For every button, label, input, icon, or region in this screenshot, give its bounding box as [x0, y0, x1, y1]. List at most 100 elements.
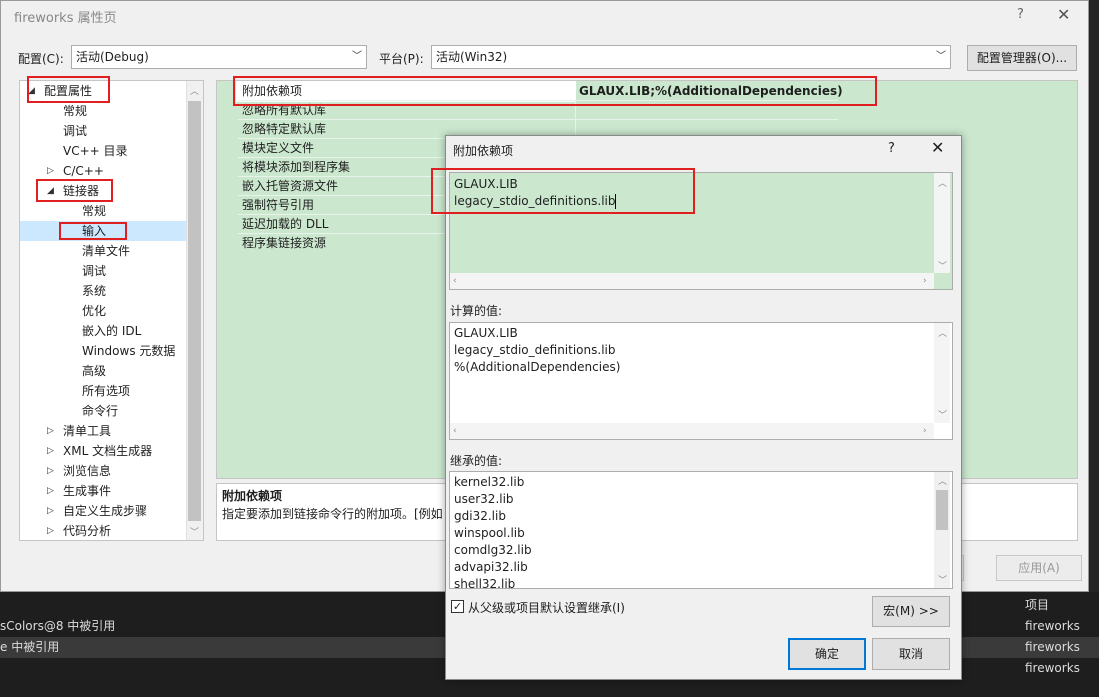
tree-item-label: XML 文档生成器	[63, 444, 153, 458]
tree-item[interactable]: 所有选项	[20, 381, 186, 401]
scroll-down-icon[interactable]: ﹀	[190, 525, 199, 538]
tree-item[interactable]: ▷ 自定义生成步骤	[20, 501, 186, 521]
collapsed-arrow-icon[interactable]: ▷	[47, 521, 54, 541]
computed-line: %(AdditionalDependencies)	[454, 360, 621, 374]
collapsed-arrow-icon[interactable]: ▷	[47, 501, 54, 521]
grid-row-name[interactable]: 强制符号引用	[242, 196, 314, 215]
collapsed-arrow-icon[interactable]: ▷	[47, 161, 54, 181]
tree-item-label: 优化	[82, 304, 107, 318]
dialog-help-button[interactable]: ?	[888, 141, 895, 156]
scroll-right-icon[interactable]: ›	[923, 276, 927, 286]
ok-button[interactable]: 确定	[788, 638, 866, 670]
results-row-project: fireworks	[1025, 619, 1080, 633]
scroll-up-icon[interactable]: ︿	[938, 474, 947, 487]
scroll-down-icon[interactable]: ﹀	[938, 573, 947, 586]
tree-item[interactable]: 命令行	[20, 401, 186, 421]
scroll-right-icon[interactable]: ›	[923, 426, 927, 436]
description-title: 附加依赖项	[222, 489, 283, 503]
tree-item[interactable]: 清单文件	[20, 241, 186, 261]
scroll-up-icon[interactable]: ︿	[190, 84, 199, 97]
dialog-close-button[interactable]: ✕	[931, 138, 944, 157]
config-manager-button[interactable]: 配置管理器(O)...	[967, 45, 1077, 71]
tree-scrollbar-thumb[interactable]	[188, 101, 201, 521]
grid-row-name[interactable]: 程序集链接资源	[242, 234, 326, 253]
tree-item[interactable]: 嵌入的 IDL	[20, 321, 186, 341]
inherit-checkbox[interactable]: ✓	[451, 600, 464, 613]
inherited-line: advapi32.lib	[454, 560, 528, 574]
tree-item[interactable]: 常规	[20, 101, 186, 121]
inherited-scrollbar-thumb[interactable]	[936, 490, 948, 530]
tree-item-label: 自定义生成步骤	[63, 504, 148, 518]
tree-item[interactable]: 调试	[20, 261, 186, 281]
tree-item-label: 常规	[63, 104, 88, 118]
results-project-header: 项目	[1025, 598, 1050, 612]
computed-line: GLAUX.LIB	[454, 326, 518, 340]
highlight-additional-dependencies	[233, 76, 877, 106]
tree-item-label: VC++ 目录	[63, 144, 128, 158]
help-button[interactable]: ?	[1017, 7, 1024, 22]
scroll-left-icon[interactable]: ‹	[453, 276, 457, 286]
highlight-edit-entries	[431, 168, 695, 214]
grid-row-name[interactable]: 将模块添加到程序集	[242, 158, 350, 177]
close-window-button[interactable]: ✕	[1057, 5, 1070, 24]
tree-item[interactable]: ▷ 生成事件	[20, 481, 186, 501]
collapsed-arrow-icon[interactable]: ▷	[47, 441, 54, 461]
collapsed-arrow-icon[interactable]: ▷	[47, 481, 54, 501]
tree-item[interactable]: VC++ 目录	[20, 141, 186, 161]
tree-item-label: Windows 元数据	[82, 344, 176, 358]
window-title: fireworks 属性页	[14, 11, 117, 26]
tree-item-label: 嵌入的 IDL	[82, 324, 142, 338]
inherited-line: user32.lib	[454, 492, 514, 506]
tree-item-label: 浏览信息	[63, 464, 112, 478]
checkmark-icon: ✓	[452, 600, 463, 613]
tree-item-label: 常规	[82, 204, 107, 218]
scroll-left-icon[interactable]: ‹	[453, 426, 457, 436]
macro-button[interactable]: 宏(M) >>	[872, 596, 950, 627]
tree-item-label: 高级	[82, 364, 107, 378]
tree-item[interactable]: ▷ 清单工具	[20, 421, 186, 441]
config-select[interactable]: 活动(Debug) ﹀	[71, 45, 367, 69]
tree-item[interactable]: ▷ XML 文档生成器	[20, 441, 186, 461]
grid-row-name[interactable]: 嵌入托管资源文件	[242, 177, 338, 196]
apply-button[interactable]: 应用(A)	[996, 555, 1082, 581]
chevron-down-icon: ﹀	[352, 51, 362, 62]
tree-item[interactable]: ▷ 浏览信息	[20, 461, 186, 481]
tree-item[interactable]: ▷ C/C++	[20, 161, 186, 181]
tree-item-label: 调试	[82, 264, 107, 278]
cancel-button[interactable]: 取消	[872, 638, 950, 670]
tree-item-label: 清单工具	[63, 424, 112, 438]
scroll-up-icon[interactable]: ︿	[938, 176, 947, 189]
grid-row-name[interactable]: 延迟加载的 DLL	[242, 215, 328, 234]
grid-row-name[interactable]: 忽略特定默认库	[242, 120, 326, 139]
scroll-down-icon[interactable]: ﹀	[938, 259, 947, 272]
inherit-checkbox-label[interactable]: 从父级或项目默认设置继承(I)	[468, 599, 625, 616]
tree-item[interactable]: ▷ 代码分析	[20, 521, 186, 541]
config-select-value: 活动(Debug)	[76, 50, 149, 64]
chevron-down-icon: ﹀	[936, 51, 946, 62]
inherited-line: comdlg32.lib	[454, 543, 532, 557]
tree-item[interactable]: 高级	[20, 361, 186, 381]
edit-horizontal-scrollbar[interactable]	[450, 273, 934, 289]
tree-item[interactable]: Windows 元数据	[20, 341, 186, 361]
highlight-linker	[36, 179, 113, 202]
tree-item[interactable]: 常规	[20, 201, 186, 221]
scroll-up-icon[interactable]: ︿	[938, 326, 947, 339]
collapsed-arrow-icon[interactable]: ▷	[47, 421, 54, 441]
computed-horizontal-scrollbar[interactable]	[450, 423, 934, 439]
platform-select[interactable]: 活动(Win32) ﹀	[431, 45, 951, 69]
results-row-text: e 中被引用	[0, 640, 60, 654]
grid-row-name[interactable]: 模块定义文件	[242, 139, 314, 158]
tree-item-label: 生成事件	[63, 484, 112, 498]
tree-item[interactable]: 优化	[20, 301, 186, 321]
collapsed-arrow-icon[interactable]: ▷	[47, 461, 54, 481]
tree-item-label: 调试	[63, 124, 88, 138]
tree-item-label: 系统	[82, 284, 107, 298]
inherited-line: winspool.lib	[454, 526, 525, 540]
tree-item[interactable]: 系统	[20, 281, 186, 301]
tree-item[interactable]: 调试	[20, 121, 186, 141]
tree-item-label: 命令行	[82, 404, 119, 418]
results-row-project: fireworks	[1025, 640, 1080, 654]
scroll-down-icon[interactable]: ﹀	[938, 408, 947, 421]
tree-item-label: 代码分析	[63, 524, 112, 538]
highlight-input	[59, 222, 127, 240]
